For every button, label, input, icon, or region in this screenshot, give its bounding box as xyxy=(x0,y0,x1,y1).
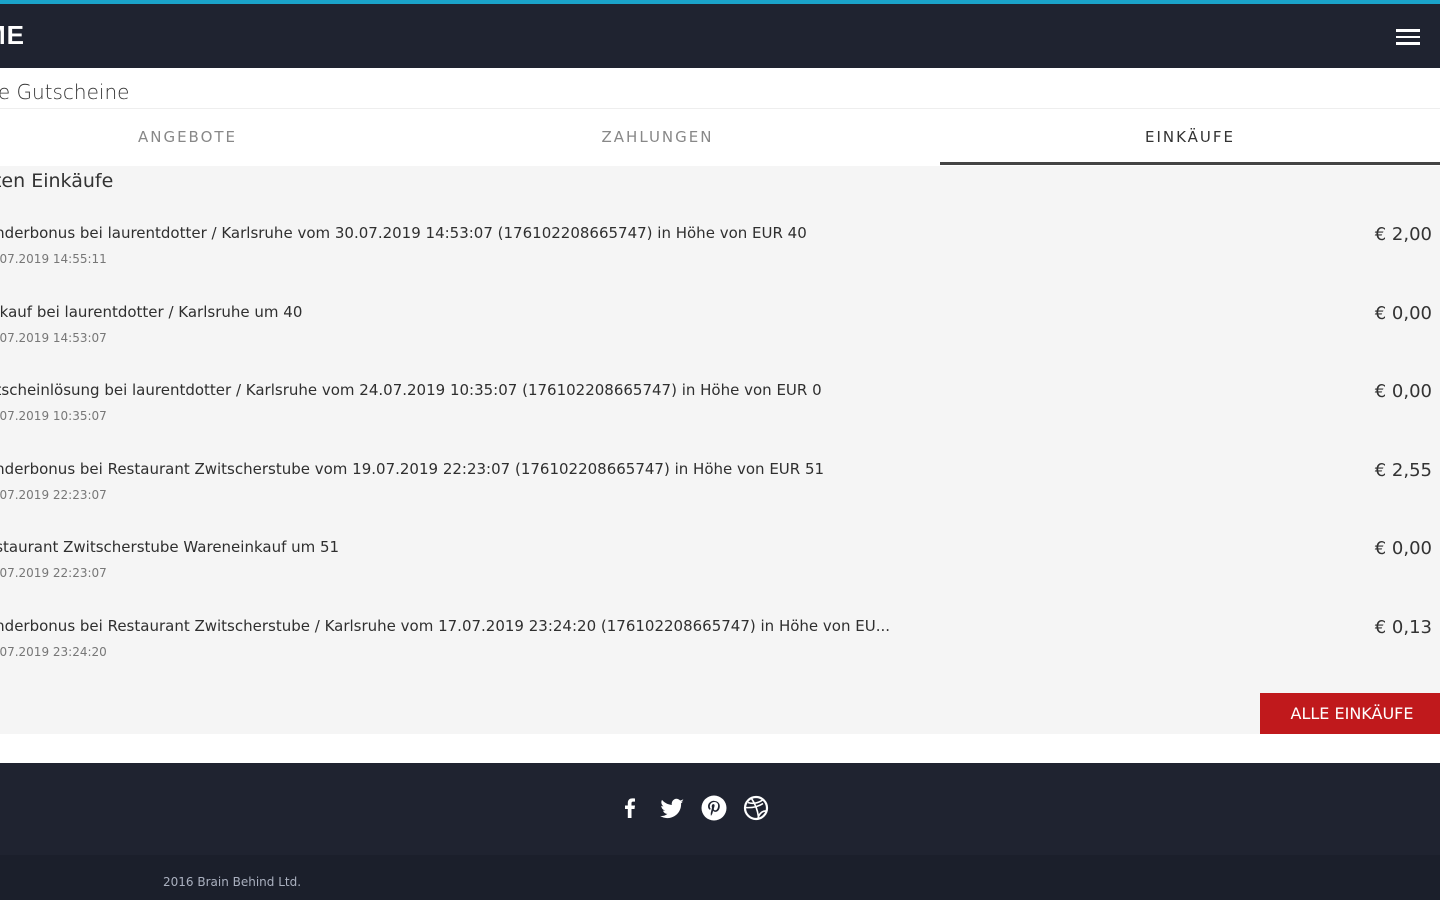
purchase-amount: € 2,55 xyxy=(1374,459,1432,481)
app-header: ME xyxy=(0,4,1440,68)
purchase-date: 0.07.2019 14:53:07 xyxy=(0,330,107,345)
page-subtitle: ve Gutscheine xyxy=(0,68,1440,109)
purchase-date: 9.07.2019 22:23:07 xyxy=(0,566,107,581)
list-item[interactable]: utscheinlösung bei laurentdotter / Karls… xyxy=(0,373,1440,452)
twitter-icon[interactable] xyxy=(658,794,686,822)
pinterest-icon[interactable] xyxy=(700,794,728,822)
purchase-description: inkauf bei laurentdotter / Karlsruhe um … xyxy=(0,302,303,321)
list-item[interactable]: estaurant Zwitscherstube Wareneinkauf um… xyxy=(0,530,1440,609)
sub-footer: 2016 Brain Behind Ltd. xyxy=(0,855,1440,900)
purchase-date: 9.07.2019 22:23:07 xyxy=(0,487,107,502)
social-links xyxy=(616,791,770,825)
purchase-date: 0.07.2019 14:55:11 xyxy=(0,252,107,266)
section-title: zten Einkäufe xyxy=(0,170,114,192)
list-item[interactable]: inkauf bei laurentdotter / Karlsruhe um … xyxy=(0,295,1440,374)
purchase-description: onderbonus bei Restaurant Zwitscherstube… xyxy=(0,459,825,478)
purchase-amount: € 0,13 xyxy=(1374,616,1432,638)
purchase-date: 4.07.2019 10:35:07 xyxy=(0,409,107,424)
tab-einkaeufe[interactable]: EINKÄUFE xyxy=(940,109,1440,165)
list-item[interactable]: onderbonus bei Restaurant Zwitscherstube… xyxy=(0,609,1440,688)
list-item[interactable]: onderbonus bei Restaurant Zwitscherstube… xyxy=(0,452,1440,531)
facebook-icon[interactable] xyxy=(616,794,644,822)
purchase-description: onderbonus bei Restaurant Zwitscherstube… xyxy=(0,616,890,635)
purchases-panel: zten Einkäufe onderbonus bei laurentdott… xyxy=(0,166,1440,734)
hamburger-menu-icon[interactable] xyxy=(1396,25,1420,47)
logo[interactable]: ME xyxy=(0,20,25,51)
footer xyxy=(0,763,1440,855)
purchase-description: estaurant Zwitscherstube Wareneinkauf um… xyxy=(0,538,340,557)
tab-zahlungen[interactable]: ZAHLUNGEN xyxy=(375,109,940,165)
purchase-amount: € 0,00 xyxy=(1374,381,1432,403)
purchase-description: onderbonus bei laurentdotter / Karlsruhe… xyxy=(0,224,807,242)
dribbble-icon[interactable] xyxy=(742,794,770,822)
purchases-list: onderbonus bei laurentdotter / Karlsruhe… xyxy=(0,216,1440,688)
purchase-date: 7.07.2019 23:24:20 xyxy=(0,644,107,659)
copyright: 2016 Brain Behind Ltd. xyxy=(163,875,302,889)
all-purchases-button[interactable]: ALLE EINKÄUFE xyxy=(1260,693,1440,734)
purchase-description: utscheinlösung bei laurentdotter / Karls… xyxy=(0,381,822,400)
tab-bar: ANGEBOTE ZAHLUNGEN EINKÄUFE xyxy=(0,109,1440,165)
list-item[interactable]: onderbonus bei laurentdotter / Karlsruhe… xyxy=(0,216,1440,295)
purchase-amount: € 0,00 xyxy=(1374,302,1432,324)
tab-angebote[interactable]: ANGEBOTE xyxy=(0,109,375,165)
purchase-amount: € 0,00 xyxy=(1374,538,1432,560)
purchase-amount: € 2,00 xyxy=(1374,224,1432,245)
